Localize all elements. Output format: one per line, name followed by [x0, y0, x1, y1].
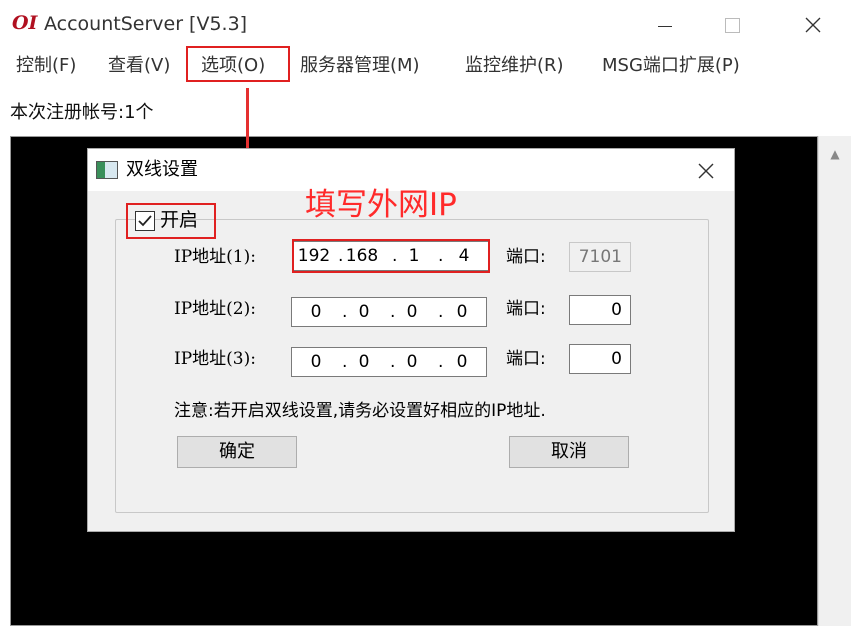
ip3-octet-4: 0 — [456, 352, 468, 372]
ip3-octet-1: 0 — [310, 352, 322, 372]
menu-view[interactable]: 查看(V) — [106, 51, 172, 81]
menu-server-management[interactable]: 服务器管理(M) — [298, 51, 422, 81]
ip-address-3-label: IP地址(3): — [174, 349, 256, 369]
menu-bar: 控制(F) 查看(V) 选项(O) 服务器管理(M) 监控维护(R) MSG端口… — [0, 48, 851, 84]
enable-highlight-box — [126, 203, 216, 239]
vertical-scrollbar[interactable]: ▲ — [818, 136, 851, 626]
ip3-octet-2: 0 — [358, 352, 370, 372]
port-2-input[interactable]: 0 — [569, 295, 631, 325]
menu-control[interactable]: 控制(F) — [14, 51, 78, 81]
dialog-title: 双线设置 — [126, 159, 198, 180]
maximize-button[interactable] — [717, 10, 747, 40]
ip2-octet-4: 0 — [456, 302, 468, 322]
port-1-label: 端口: — [506, 247, 546, 267]
options-highlight-box — [186, 46, 290, 82]
port-3-label: 端口: — [506, 349, 546, 369]
ip-address-1-label: IP地址(1): — [174, 247, 256, 267]
window-title: AccountServer [V5.3] — [44, 13, 248, 35]
ip-address-2-input[interactable]: 0 . 0 . 0 . 0 — [291, 297, 487, 327]
registered-accounts-status: 本次注册帐号:1个 — [10, 102, 154, 123]
ip2-octet-2: 0 — [358, 302, 370, 322]
close-button[interactable] — [798, 10, 828, 40]
title-bar: OI AccountServer [V5.3] — [0, 0, 851, 48]
ip-address-3-input[interactable]: 0 . 0 . 0 . 0 — [291, 347, 487, 377]
ip3-octet-3: 0 — [406, 352, 418, 372]
app-logo: OI — [12, 12, 38, 34]
main-window: OI AccountServer [V5.3] 控制(F) 查看(V) 选项(O… — [0, 0, 851, 626]
ip2-octet-3: 0 — [406, 302, 418, 322]
port-3-input[interactable]: 0 — [569, 344, 631, 374]
scroll-up-icon[interactable]: ▲ — [827, 146, 843, 162]
ok-button[interactable]: 确定 — [177, 436, 297, 468]
port-1-input: 7101 — [569, 242, 631, 272]
notice-text: 注意:若开启双线设置,请务必设置好相应的IP地址. — [174, 401, 546, 421]
port-2-label: 端口: — [506, 299, 546, 319]
dual-line-settings-dialog: 双线设置 开启 填写外网IP IP地址(1): 192 . 168 . 1 . … — [87, 148, 735, 532]
close-icon — [698, 163, 714, 179]
dialog-close-button[interactable] — [692, 157, 720, 185]
ip2-octet-1: 0 — [310, 302, 322, 322]
menu-monitor-maintenance[interactable]: 监控维护(R) — [463, 51, 566, 81]
close-icon — [805, 17, 821, 33]
minimize-button[interactable] — [650, 10, 680, 40]
ip-address-2-label: IP地址(2): — [174, 299, 256, 319]
dialog-window-icon — [96, 161, 118, 179]
cancel-button[interactable]: 取消 — [509, 436, 629, 468]
annotation-fill-external-ip: 填写外网IP — [305, 187, 457, 223]
ip1-highlight-box — [292, 239, 490, 273]
menu-msg-port-extension[interactable]: MSG端口扩展(P) — [600, 51, 742, 81]
